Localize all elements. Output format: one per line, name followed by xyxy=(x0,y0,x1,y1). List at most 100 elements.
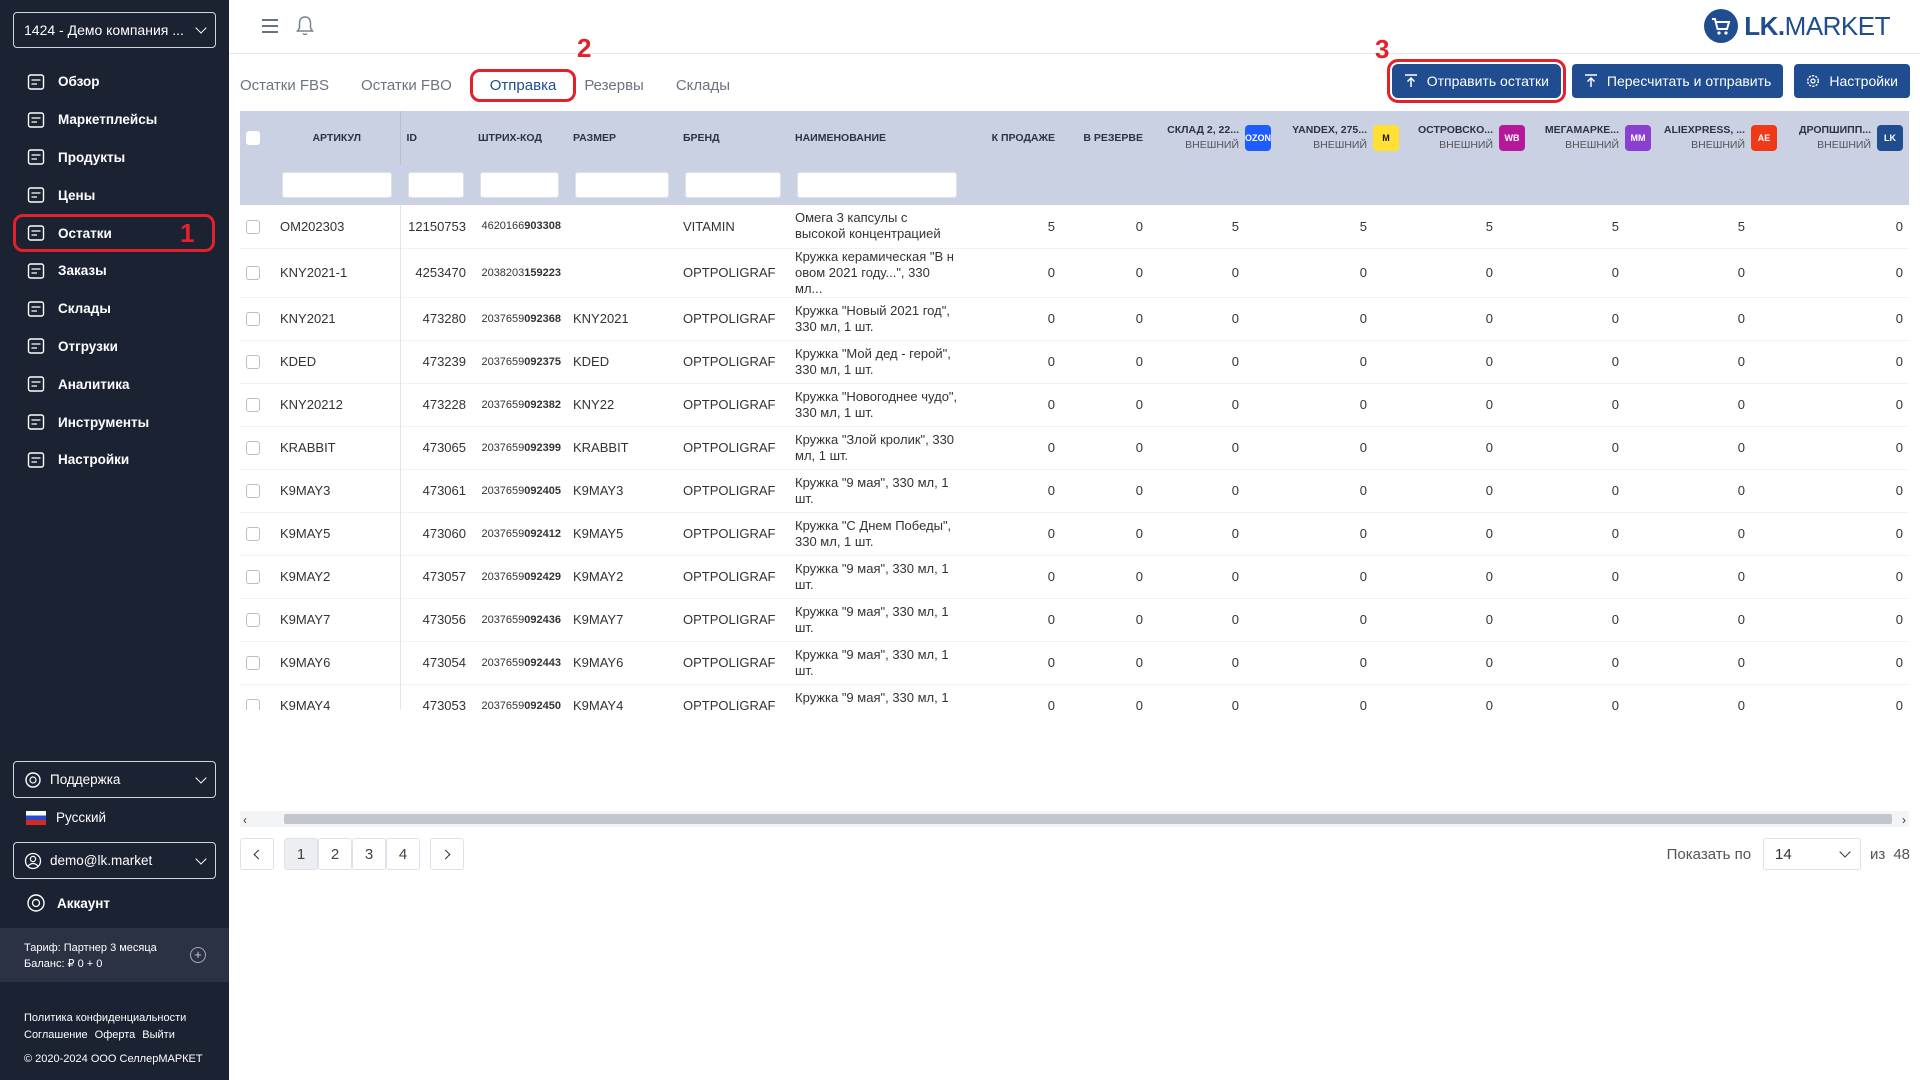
row-checkbox[interactable] xyxy=(246,656,260,671)
settings-button[interactable]: Настройки xyxy=(1794,64,1910,98)
page-1-button[interactable]: 1 xyxy=(284,838,318,870)
per-page-select[interactable]: 14 xyxy=(1763,838,1862,870)
table-row[interactable]: K9MAY6 473054 2037659092443 K9MAY6 OPTPOLIGR… xyxy=(240,641,1909,684)
table-row[interactable]: KNY2021 473280 2037659092368 KNY2021 OPTPOLI… xyxy=(240,297,1909,340)
col-header-brand[interactable]: БРЕНД xyxy=(677,111,789,165)
menu-icon[interactable] xyxy=(262,19,278,33)
sidebar-item-warehouses[interactable]: Склады xyxy=(0,290,229,328)
row-checkbox[interactable] xyxy=(246,355,260,370)
col-header-marketplace-1[interactable]: СКЛАД 2, 22... ВНЕШНИЙ OZON xyxy=(1149,111,1277,165)
page-3-button[interactable]: 3 xyxy=(352,838,386,870)
row-checkbox[interactable] xyxy=(246,220,260,235)
agreement-link[interactable]: Соглашение xyxy=(24,1029,88,1041)
table-row[interactable]: K9MAY3 473061 2037659092405 K9MAY3 OPTPOLIGR… xyxy=(240,469,1909,512)
account-link[interactable]: Аккаунт xyxy=(25,892,110,914)
table-row[interactable]: KRABBIT 473065 2037659092399 KRABBIT OPTPOLI… xyxy=(240,426,1909,469)
table-row[interactable]: KNY20212 473228 2037659092382 KNY22 OPTPOLIG… xyxy=(240,383,1909,426)
page-4-button[interactable]: 4 xyxy=(386,838,420,870)
prev-page-button[interactable] xyxy=(240,838,274,870)
sidebar-item-prices[interactable]: Цены xyxy=(0,176,229,214)
col-header-id[interactable]: ID xyxy=(400,111,472,165)
table-row[interactable]: KDED 473239 2037659092375 KDED OPTPOLIGRAF Кр… xyxy=(240,340,1909,383)
sidebar-item-tools[interactable]: Инструменты xyxy=(0,403,229,441)
col-header-marketplace-2[interactable]: YANDEX, 275... ВНЕШНИЙ M xyxy=(1277,111,1405,165)
col-header-barcode[interactable]: ШТРИХ-КОД xyxy=(472,111,567,165)
lk-market-logo[interactable]: LK.MARKET xyxy=(1704,8,1891,44)
row-checkbox-cell xyxy=(240,340,274,383)
account-icon xyxy=(27,894,45,912)
scroll-right-icon[interactable]: › xyxy=(1902,813,1906,827)
col-header-marketplace-6[interactable]: ДРОПШИПП... ВНЕШНИЙ LK xyxy=(1783,111,1909,165)
row-checkbox[interactable] xyxy=(246,570,260,585)
chevron-down-icon xyxy=(1839,846,1851,858)
page-2-button[interactable]: 2 xyxy=(318,838,352,870)
col-header-sku[interactable]: АРТИКУЛ xyxy=(274,111,401,165)
marketplace-stock-cell: 5 xyxy=(1231,218,1239,234)
send-stock-button[interactable]: Отправить остатки xyxy=(1386,59,1566,103)
sidebar-item-stock[interactable]: Остатки 1 xyxy=(0,213,229,252)
privacy-link[interactable]: Политика конфиденциальности xyxy=(24,1012,186,1024)
chevron-right-icon xyxy=(440,849,451,859)
tab-3[interactable]: Отправка xyxy=(469,68,577,102)
support-select[interactable]: Поддержка xyxy=(13,761,216,798)
table-row[interactable]: KNY2021-1 4253470 2038203159223 OPTPOLIGRAF… xyxy=(240,248,1909,297)
offer-link[interactable]: Оферта xyxy=(95,1029,136,1041)
col-header-name[interactable]: НАИМЕНОВАНИЕ xyxy=(789,111,965,165)
table-row[interactable]: K9MAY4 473053 2037659092450 K9MAY4 OPTPOLIGR… xyxy=(240,684,1909,710)
sidebar-item-overview[interactable]: Обзор xyxy=(0,63,229,101)
col-header-reserved[interactable]: В РЕЗЕРВЕ xyxy=(1061,111,1149,165)
brand-cell: OPTPOLIGRAF xyxy=(683,311,776,326)
main-content: Остатки FBS Остатки FBO Отправка Резервы Скл… xyxy=(229,33,1920,1080)
column-filter-input[interactable] xyxy=(408,172,464,198)
row-checkbox[interactable] xyxy=(246,441,260,456)
company-select[interactable]: 1424 - Демо компания ... xyxy=(13,12,216,48)
row-checkbox[interactable] xyxy=(246,398,260,413)
select-all-checkbox[interactable] xyxy=(246,131,260,145)
add-balance-icon[interactable]: + xyxy=(190,947,206,963)
column-filter-input[interactable] xyxy=(685,172,781,198)
row-checkbox[interactable] xyxy=(246,613,260,628)
tab-2[interactable]: Остатки FBO xyxy=(361,73,452,98)
sidebar-item-products[interactable]: Продукты xyxy=(0,139,229,177)
marketplace-stock-cell: 5 xyxy=(1611,218,1619,234)
column-filter-input[interactable] xyxy=(575,172,669,198)
sidebar-item-shipments[interactable]: Отгрузки xyxy=(0,328,229,366)
scroll-thumb[interactable] xyxy=(284,814,1892,824)
row-checkbox[interactable] xyxy=(246,527,260,542)
col-header-marketplace-4[interactable]: МЕГАМАРКЕ... ВНЕШНИЙ MM xyxy=(1531,111,1657,165)
recalc-send-button[interactable]: Пересчитать и отправить xyxy=(1571,64,1784,98)
marketplace-header: YANDEX, 275... ВНЕШНИЙ M xyxy=(1283,111,1399,165)
row-checkbox[interactable] xyxy=(246,699,260,710)
row-checkbox[interactable] xyxy=(246,312,260,327)
sidebar-item-marketplaces[interactable]: Маркетплейсы xyxy=(0,101,229,139)
marketplace-stock-cell: 0 xyxy=(1231,354,1239,369)
col-header-size[interactable]: РАЗМЕР xyxy=(567,111,677,165)
scroll-left-icon[interactable]: ‹ xyxy=(243,813,247,827)
name-cell: Кружка керамическая "В н овом 2021 году.… xyxy=(795,248,954,296)
sidebar-item-analytics[interactable]: Аналитика xyxy=(0,365,229,403)
bell-icon[interactable] xyxy=(293,14,317,38)
col-header-for-sale[interactable]: К ПРОДАЖЕ xyxy=(965,111,1061,165)
table-row[interactable]: K9MAY5 473060 2037659092412 K9MAY5 OPTPOLIGR… xyxy=(240,512,1909,555)
horizontal-scrollbar[interactable]: ‹ › xyxy=(240,811,1909,827)
table-row[interactable]: K9MAY2 473057 2037659092429 K9MAY2 OPTPOLIGR… xyxy=(240,555,1909,598)
row-checkbox[interactable] xyxy=(246,266,260,281)
col-header-marketplace-3[interactable]: ОСТРОВСКО... ВНЕШНИЙ WB xyxy=(1405,111,1531,165)
table-row[interactable]: K9MAY7 473056 2037659092436 K9MAY7 OPTPOLIGR… xyxy=(240,598,1909,641)
next-page-button[interactable] xyxy=(430,838,464,870)
user-select[interactable]: demo@lk.market xyxy=(13,842,216,879)
sidebar-item-orders[interactable]: Заказы xyxy=(0,252,229,290)
language-switch[interactable]: Русский xyxy=(26,810,106,825)
column-filter-input[interactable] xyxy=(797,172,957,198)
sidebar-item-settings[interactable]: Настройки xyxy=(0,441,229,479)
row-checkbox[interactable] xyxy=(246,484,260,499)
column-filter-input[interactable] xyxy=(480,172,559,198)
logout-link[interactable]: Выйти xyxy=(142,1029,175,1041)
tab-4[interactable]: Резервы xyxy=(584,73,644,98)
col-header-marketplace-5[interactable]: ALIEXPRESS, ... ВНЕШНИЙ AE xyxy=(1657,111,1783,165)
table-row[interactable]: OM202303 12150753 4620166903308 VITAMIN Омег… xyxy=(240,205,1909,248)
tab-1[interactable]: Остатки FBS xyxy=(240,73,329,98)
tab-5[interactable]: Склады xyxy=(676,73,730,98)
sku-cell: K9MAY7 xyxy=(280,612,331,627)
column-filter-input[interactable] xyxy=(282,172,392,198)
